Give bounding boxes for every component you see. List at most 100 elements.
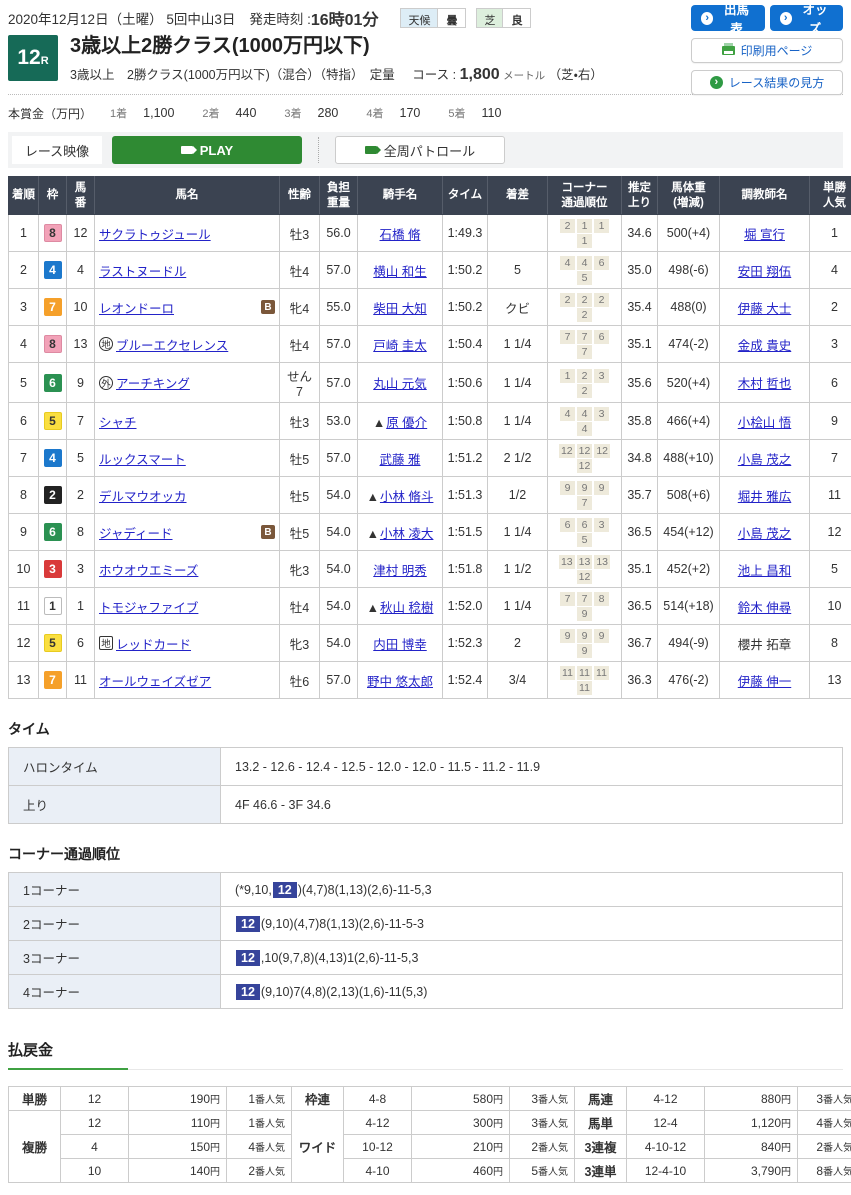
corner-position: 13 (559, 555, 575, 569)
jockey-link[interactable]: 戸崎 圭太 (373, 339, 426, 353)
corner-position: 4 (560, 407, 575, 421)
horse-name-link[interactable]: ジャディード (99, 523, 173, 542)
horse-name-link[interactable]: レッドカード (116, 634, 191, 653)
horse-name-link[interactable]: アーチキング (116, 373, 190, 392)
payout-bet-type: 単勝 (9, 1087, 61, 1111)
waku-badge: 6 (44, 374, 62, 392)
trainer-link[interactable]: 池上 昌和 (738, 564, 791, 578)
prize-amount: 280 (318, 106, 339, 120)
results-column-header: 推定 上り (622, 177, 658, 215)
horse-name-link[interactable]: デルマウオッカ (99, 486, 187, 505)
table-row: 745ルックスマート牡557.0武藤 雅1:51.22 1/2121212123… (9, 440, 851, 477)
trainer-link[interactable]: 堀井 雅広 (738, 490, 791, 504)
horse-name-link[interactable]: レオンドーロ (99, 298, 174, 317)
jockey-link[interactable]: 小林 脩斗 (380, 490, 433, 504)
payout-table: 単勝12190円1番人気枠連4-8580円3番人気馬連4-12880円3番人気複… (8, 1086, 851, 1183)
result-guide-button[interactable]: › レース結果の見方 (691, 70, 843, 95)
trainer-link[interactable]: 堀 宣行 (744, 228, 785, 242)
cell-corner-positions: 9999 (548, 625, 622, 662)
horse-name-wrap: レオンドーロB (99, 298, 275, 317)
prize-item: 3着280 (284, 105, 338, 121)
jockey-link[interactable]: 石橋 脩 (380, 228, 421, 242)
cell-trainer: 小桧山 悟 (720, 403, 810, 440)
horse-name-link[interactable]: ルックスマート (99, 449, 186, 468)
odds-button[interactable]: › オッズ (770, 5, 844, 31)
horse-name-link[interactable]: ラストヌードル (99, 261, 186, 280)
corner-position: 1 (577, 234, 592, 248)
horse-name-link[interactable]: シャチ (99, 412, 137, 431)
payout-popularity: 5番人気 (510, 1159, 575, 1183)
trainer-link[interactable]: 安田 翔伍 (738, 265, 791, 279)
horse-name-link[interactable]: トモジャファイブ (99, 597, 198, 616)
horse-name-link[interactable]: オールウェイズゼア (99, 671, 211, 690)
corner-position: 1 (560, 369, 575, 383)
jockey-link[interactable]: 丸山 元気 (373, 377, 426, 391)
cell-waku: 4 (39, 252, 67, 289)
cell-carried-weight: 57.0 (320, 252, 358, 289)
jockey-link[interactable]: 柴田 大知 (373, 302, 426, 316)
waku-badge: 7 (44, 298, 62, 316)
trainer-link[interactable]: 小島 茂之 (738, 527, 791, 541)
cell-carried-weight: 56.0 (320, 215, 358, 252)
trainer-link[interactable]: 木村 哲也 (738, 377, 791, 391)
time-row-value: 13.2 - 12.6 - 12.4 - 12.5 - 12.0 - 12.0 … (221, 748, 843, 786)
cell-horse-name: サクラトゥジュール (95, 215, 280, 252)
corner-position: 6 (594, 256, 609, 270)
payout-combination: 4-12 (627, 1087, 705, 1111)
cell-last3f: 35.4 (622, 289, 658, 326)
corner-position: 2 (560, 219, 575, 233)
payout-bet-type: 3連単 (575, 1159, 627, 1183)
results-column-header: 負担 重量 (320, 177, 358, 215)
cell-win-popularity: 10 (810, 588, 851, 625)
print-page-button[interactable]: 印刷用ページ (691, 38, 843, 63)
corner-position: 11 (594, 666, 609, 680)
trainer-link[interactable]: 金成 貴史 (738, 339, 791, 353)
cell-body-weight: 476(-2) (658, 662, 720, 699)
trainer-link[interactable]: 伊藤 大士 (738, 302, 791, 316)
trainer-link[interactable]: 小島 茂之 (738, 453, 791, 467)
cell-waku: 8 (39, 215, 67, 252)
results-column-header: 性齢 (280, 177, 320, 215)
cell-last3f: 35.8 (622, 403, 658, 440)
jockey-link[interactable]: 内田 博幸 (373, 638, 426, 652)
cell-horse-number: 13 (67, 326, 95, 363)
payout-popularity: 3番人気 (798, 1087, 851, 1111)
play-button-label: PLAY (200, 143, 233, 158)
cell-last3f: 35.1 (622, 326, 658, 363)
payout-popularity: 1番人気 (227, 1111, 292, 1135)
cell-horse-number: 3 (67, 551, 95, 588)
horse-name-link[interactable]: ホウオウエミーズ (99, 560, 198, 579)
time-section-title: タイム (8, 719, 843, 739)
cell-sex-age: 牡4 (280, 326, 320, 363)
trainer-link[interactable]: 伊藤 伸一 (738, 675, 791, 689)
jockey-link[interactable]: 横山 和生 (373, 265, 426, 279)
yen-suffix: 円 (781, 1095, 791, 1106)
cell-margin: 1 1/4 (488, 326, 548, 363)
jockey-link[interactable]: 津村 明秀 (373, 564, 426, 578)
cell-horse-name: デルマウオッカ (95, 477, 280, 514)
cell-corner-positions: 12121212 (548, 440, 622, 477)
trainer-link[interactable]: 鈴木 伸尋 (738, 601, 791, 615)
jockey-link[interactable]: 野中 悠太郎 (367, 675, 433, 689)
cell-sex-age: 牡4 (280, 252, 320, 289)
horse-name-wrap: シャチ (99, 412, 275, 431)
jockey-link[interactable]: 原 優介 (386, 416, 427, 430)
trainer-link[interactable]: 小桧山 悟 (738, 416, 791, 430)
play-button[interactable]: PLAY (112, 136, 302, 164)
horse-name-link[interactable]: ブルーエクセレンス (116, 335, 228, 354)
cell-carried-weight: 54.0 (320, 551, 358, 588)
payout-popularity: 2番人気 (798, 1135, 851, 1159)
cell-finish-position: 3 (9, 289, 39, 326)
jockey-link[interactable]: 秋山 稔樹 (380, 601, 433, 615)
patrol-video-button[interactable]: 全周パトロール (335, 136, 505, 164)
arrow-circle-icon: › (780, 12, 792, 25)
waku-badge: 4 (44, 261, 62, 279)
jockey-link[interactable]: 小林 凌大 (380, 527, 433, 541)
horse-name-link[interactable]: サクラトゥジュール (99, 224, 211, 243)
shutsuba-button[interactable]: › 出馬表 (691, 5, 765, 31)
payout-row: 単勝12190円1番人気枠連4-8580円3番人気馬連4-12880円3番人気 (9, 1087, 851, 1111)
cell-carried-weight: 57.0 (320, 363, 358, 403)
cell-finish-position: 8 (9, 477, 39, 514)
corner-position: 12 (577, 570, 593, 584)
jockey-link[interactable]: 武藤 雅 (380, 453, 421, 467)
